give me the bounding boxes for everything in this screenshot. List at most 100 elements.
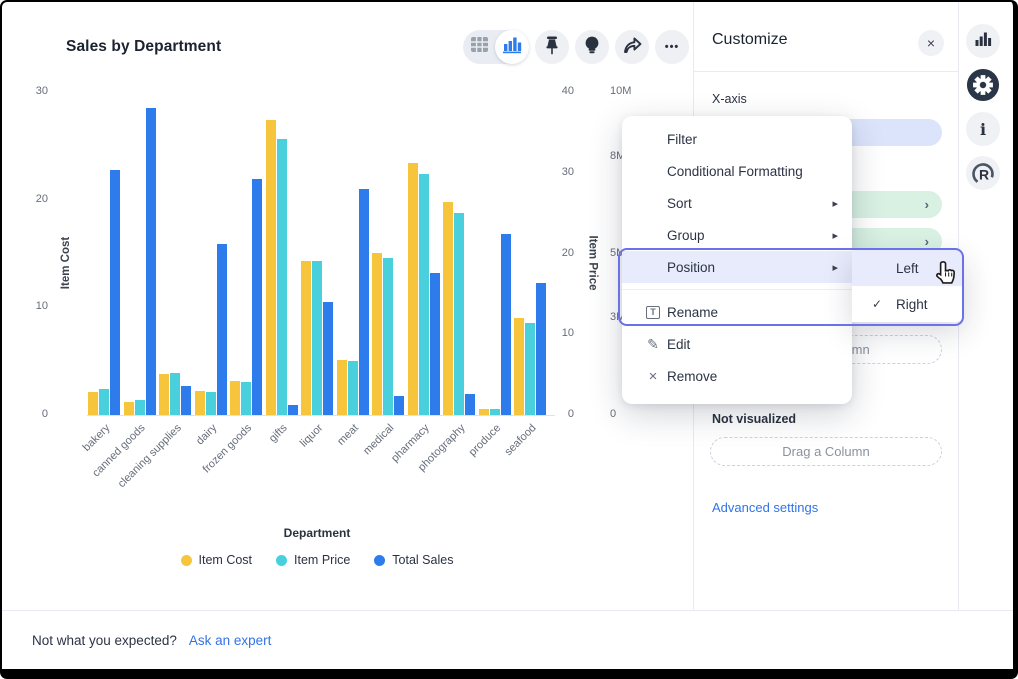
column-context-menu: FilterConditional FormattingSort▸Group▸P… — [622, 116, 852, 404]
ask-an-expert-link[interactable]: Ask an expert — [189, 633, 272, 648]
bar-group: medical — [371, 92, 405, 415]
bar-item-cost[interactable] — [408, 163, 418, 415]
close-panel-button[interactable]: × — [918, 30, 944, 56]
customize-panel-title: Customize — [712, 31, 788, 49]
bar-group: cleaning supplies — [158, 92, 192, 415]
legend-item-total-sales[interactable]: Total Sales — [374, 553, 453, 567]
drag-column-dropzone[interactable]: Drag a Column — [710, 437, 942, 466]
bar-item-price[interactable] — [135, 400, 145, 415]
bar-total-sales[interactable] — [323, 302, 333, 415]
legend-item-item-cost[interactable]: Item Cost — [181, 553, 253, 567]
bar-group: photography — [442, 92, 476, 415]
bar-item-price[interactable] — [277, 139, 287, 415]
bar-group: seafood — [513, 92, 547, 415]
axis-tick-label: 20 — [554, 247, 574, 259]
axis-tick-label: 0 — [610, 408, 640, 420]
menu-item-label: Group — [667, 228, 705, 243]
bar-item-cost[interactable] — [195, 391, 205, 415]
bar-item-price[interactable] — [241, 382, 251, 415]
bar-item-price[interactable] — [99, 389, 109, 415]
bar-total-sales[interactable] — [146, 108, 156, 415]
bar-item-cost[interactable] — [124, 402, 134, 415]
info-icon: i — [980, 120, 986, 139]
submenu-item-right[interactable]: ✓Right — [852, 286, 964, 322]
bar-group: dairy — [194, 92, 228, 415]
menu-item-position[interactable]: Position ▸ — [622, 251, 852, 283]
submenu-item-label: Left — [896, 261, 919, 276]
bar-total-sales[interactable] — [288, 405, 298, 415]
r-logo-icon: R — [968, 158, 998, 188]
bar-item-price[interactable] — [206, 392, 216, 415]
bar-item-cost[interactable] — [88, 392, 98, 415]
bar-total-sales[interactable] — [110, 170, 120, 415]
bar-total-sales[interactable] — [394, 396, 404, 415]
bar-item-price[interactable] — [312, 261, 322, 415]
legend-label: Item Price — [294, 553, 350, 567]
chart-legend: Item Cost Item Price Total Sales — [47, 553, 587, 567]
bar-item-price[interactable] — [170, 373, 180, 415]
bar-item-price[interactable] — [454, 213, 464, 415]
app-window: Sales by Department — [0, 0, 1018, 679]
submenu-arrow-icon: ▸ — [832, 197, 838, 210]
bar-total-sales[interactable] — [252, 179, 262, 415]
bar-total-sales[interactable] — [217, 244, 227, 415]
bar-total-sales[interactable] — [465, 394, 475, 415]
legend-label: Total Sales — [392, 553, 453, 567]
rename-icon: T — [646, 306, 660, 319]
advanced-settings-link[interactable]: Advanced settings — [712, 500, 818, 515]
axis-tick-label: 30 — [2, 85, 48, 97]
menu-item-label: Filter — [667, 132, 697, 147]
bar-item-cost[interactable] — [372, 253, 382, 415]
info-rail-button[interactable]: i — [966, 112, 1000, 146]
remove-icon-slot: × — [644, 368, 662, 385]
bar-item-cost[interactable] — [337, 360, 347, 415]
bar-group: gifts — [265, 92, 299, 415]
legend-dot — [276, 555, 287, 566]
bar-total-sales[interactable] — [430, 273, 440, 415]
settings-rail-button[interactable] — [966, 68, 1000, 102]
bar-item-cost[interactable] — [266, 120, 276, 415]
axis-tick-label: 0 — [2, 408, 48, 420]
axis-tick-label: 0 — [554, 408, 574, 420]
menu-item-group[interactable]: Group ▸ — [622, 219, 852, 251]
menu-item-label: Position — [667, 260, 715, 275]
drag-column-placeholder: Drag a Column — [782, 444, 869, 459]
r-analysis-rail-button[interactable]: R — [966, 156, 1000, 190]
submenu-arrow-icon: ▸ — [832, 261, 838, 274]
bar-total-sales[interactable] — [359, 189, 369, 415]
bar-item-cost[interactable] — [514, 318, 524, 415]
bar-group: pharmacy — [407, 92, 441, 415]
menu-item-filter[interactable]: Filter — [622, 123, 852, 155]
x-axis-title[interactable]: Department — [87, 526, 547, 540]
bar-item-cost[interactable] — [230, 381, 240, 415]
bar-item-cost[interactable] — [301, 261, 311, 415]
submenu-arrow-icon: ▸ — [832, 229, 838, 242]
axis-tick-label: 30 — [554, 166, 574, 178]
menu-item-label: Remove — [667, 369, 717, 384]
bar-total-sales[interactable] — [536, 283, 546, 415]
legend-item-item-price[interactable]: Item Price — [276, 553, 350, 567]
menu-item-label: Conditional Formatting — [667, 164, 803, 179]
bar-item-price[interactable] — [419, 174, 429, 415]
menu-item-remove[interactable]: × Remove — [622, 360, 852, 392]
submenu-item-left[interactable]: ✓Left — [852, 250, 964, 286]
menu-item-conditional-formatting[interactable]: Conditional Formatting — [622, 155, 852, 187]
bar-item-price[interactable] — [383, 258, 393, 415]
position-submenu: ✓Left✓Right — [852, 250, 964, 322]
chevron-right-icon: › — [925, 234, 929, 249]
bar-total-sales[interactable] — [501, 234, 511, 415]
bar-item-cost[interactable] — [159, 374, 169, 415]
menu-item-edit[interactable]: ✎Edit — [622, 328, 852, 360]
menu-item-sort[interactable]: Sort▸ — [622, 187, 852, 219]
answer-chart-rail-button[interactable] — [966, 24, 1000, 58]
bar-item-price[interactable] — [525, 323, 535, 415]
bar-group: bakery — [87, 92, 121, 415]
menu-item-rename[interactable]: TRename — [622, 296, 852, 328]
axis-tick-label: 20 — [2, 193, 48, 205]
x-axis-line — [87, 415, 555, 416]
axis-tick-label: 10 — [2, 300, 48, 312]
bar-total-sales[interactable] — [181, 386, 191, 415]
svg-text:R: R — [979, 167, 989, 183]
bar-item-price[interactable] — [348, 361, 358, 415]
bar-item-cost[interactable] — [443, 202, 453, 415]
